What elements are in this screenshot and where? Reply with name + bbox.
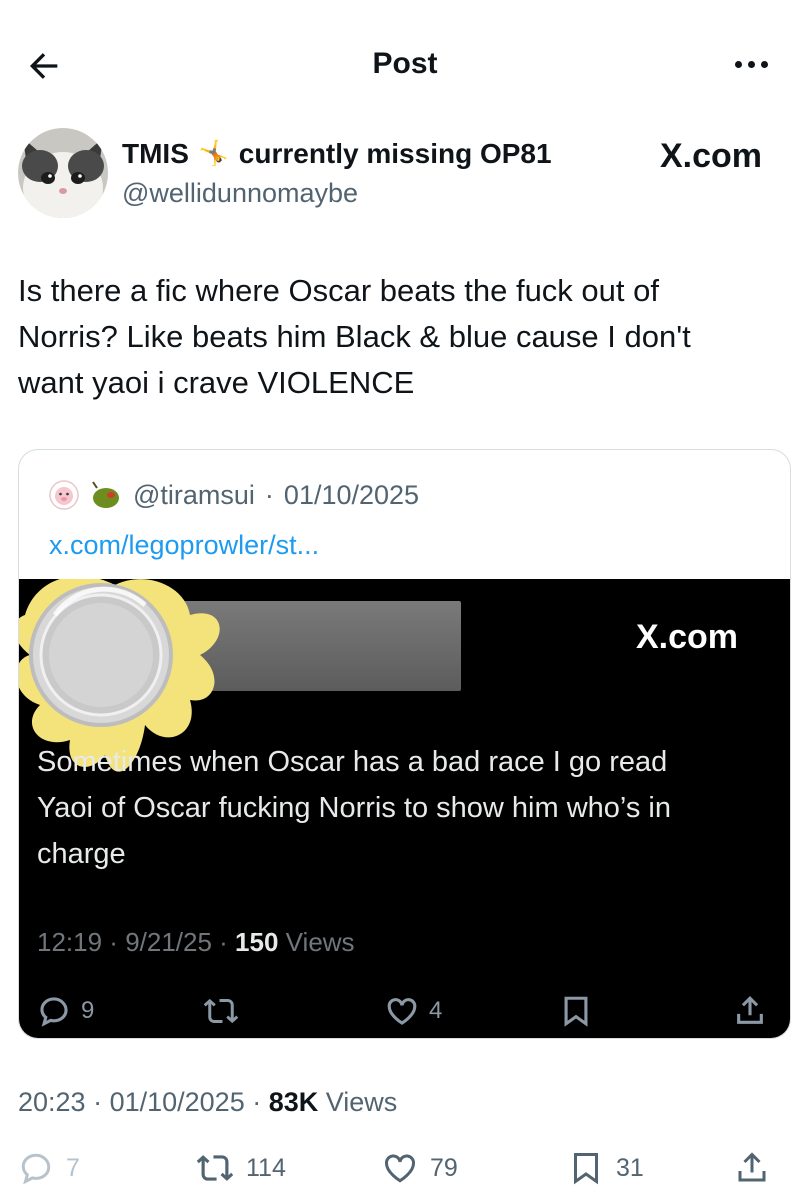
retweet-icon [196,1155,234,1181]
tweet-text: Is there a fic where Oscar beats the fuc… [18,268,788,406]
retweet-button[interactable]: 114 [196,1146,286,1190]
quote-handle[interactable]: @tiramsui [133,478,255,512]
post-date: 01/10/2025 [109,1087,245,1117]
x-com-watermark: X.com [660,137,763,175]
quote-screenshot-image[interactable]: X.com Sometimes when Oscar has a bad rac… [19,579,790,1038]
share-icon [737,996,763,1024]
bookmark-icon [574,1153,598,1185]
author-name-text: TMIS [122,138,189,169]
inner-reply-count: 9 [81,997,95,1024]
views-label: Views [325,1087,398,1117]
inner-date: 9/21/25 [125,927,212,957]
gymnast-emoji: 🤸 [198,140,229,167]
retweet-count: 114 [246,1153,286,1182]
inner-views-label: Views [285,927,355,957]
share-button[interactable] [734,1146,770,1190]
like-button[interactable]: 79 [382,1146,458,1190]
bookmark-icon [564,996,588,1027]
bookmark-button[interactable]: 31 [568,1146,644,1190]
inner-tweet-line: Sometimes when Oscar has a bad race I go… [37,746,668,778]
reply-count: 7 [66,1153,80,1182]
tweet-line: want yaoi i crave VIOLENCE [18,365,415,400]
retweet-icon [203,998,239,1024]
inner-like-action: 4 [385,991,442,1031]
page-title: Post [372,47,438,80]
more-horizontal-icon [734,60,742,68]
tweet-line: Is there a fic where Oscar beats the fuc… [18,273,659,308]
bookmark-count: 31 [616,1153,644,1182]
x-com-watermark-inner: X.com [636,618,739,656]
tweet-line: Norris? Like beats him Black & blue caus… [18,319,691,354]
inner-like-count: 4 [429,997,443,1024]
reply-button[interactable]: 7 [18,1146,80,1190]
olive-emoji-icon [92,481,119,508]
heart-icon [387,998,417,1025]
author-name[interactable]: TMIS 🤸 currently missing OP81 [122,136,552,172]
inner-time: 12:19 [37,927,103,957]
author-handle[interactable]: @wellidunnomaybe [122,176,358,210]
like-count: 79 [430,1153,458,1182]
quote-header: @tiramsui · 01/10/2025 [49,478,419,512]
inner-retweet-action [203,991,239,1031]
inner-tweet-text: Sometimes when Oscar has a bad race I go… [37,739,777,877]
inner-bookmark-action [559,991,593,1031]
inner-tweet-line: Yaoi of Oscar fucking Norris to show him… [37,792,671,824]
reply-icon [40,997,68,1027]
author-name-suffix: currently missing OP81 [238,138,552,169]
quote-date: 01/10/2025 [283,480,420,510]
views-count: 83K [268,1087,319,1117]
more-options-button[interactable] [726,48,776,80]
meta-separator: · [264,480,274,510]
quote-link[interactable]: x.com/legoprowler/st... [49,528,319,562]
kitten-avatar-image [18,128,108,218]
heart-icon [384,1154,416,1183]
inner-views-count: 150 [235,927,279,957]
inner-share-action [733,991,767,1031]
pig-emoji-avatar-icon [49,480,79,510]
quoted-tweet-card[interactable]: @tiramsui · 01/10/2025 x.com/legoprowler/s… [18,449,791,1039]
avatar[interactable] [18,128,108,218]
reply-icon [21,1153,51,1185]
share-icon [738,1152,766,1182]
inner-tweet-line: charge [37,838,126,870]
post-time: 20:23 [18,1087,86,1117]
post-meta: 20:23 · 01/10/2025 · 83K Views [18,1087,398,1117]
inner-reply-action: 9 [37,991,94,1031]
inner-tweet-meta: 12:19 · 9/21/25 · 150 Views [37,927,355,957]
